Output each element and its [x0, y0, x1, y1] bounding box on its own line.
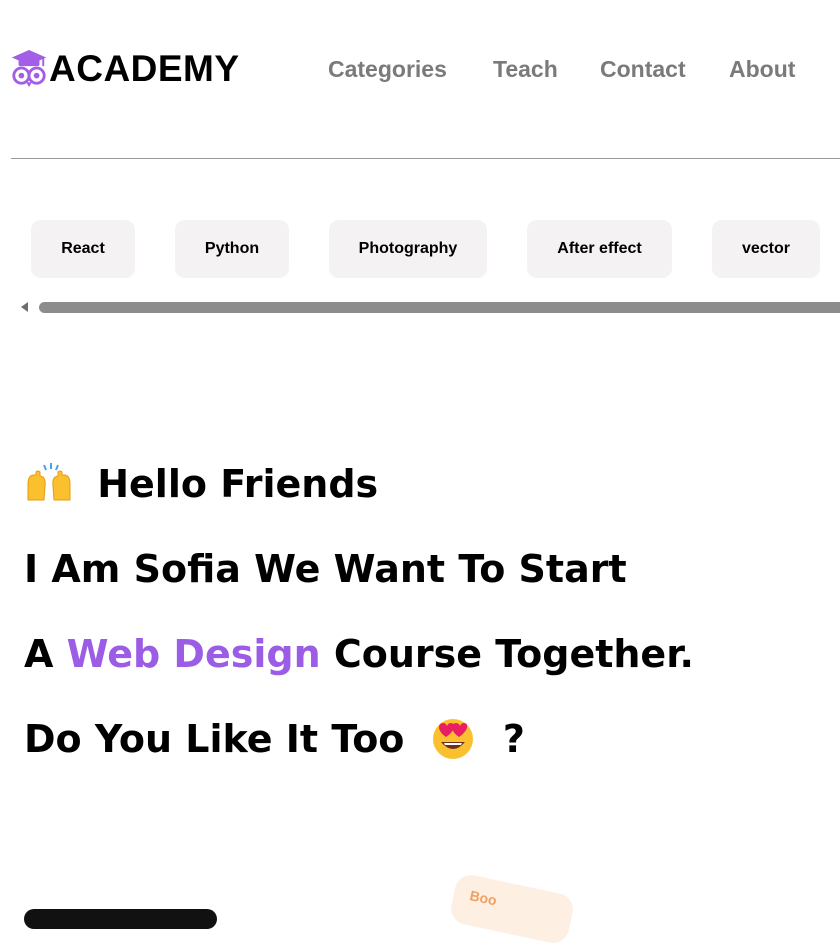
hero-line-3: A Web Design Course Together. [24, 630, 824, 715]
hero-greeting: Hello Friends [24, 460, 824, 545]
nav-item-teach[interactable]: Teach [493, 55, 558, 83]
hero-cta-button[interactable] [24, 909, 217, 929]
nav-item-contact[interactable]: Contact [600, 55, 686, 83]
scroll-left-arrow-icon[interactable] [21, 302, 28, 312]
hero-question-mark: ? [502, 717, 525, 761]
raising-hands-emoji-icon [27, 462, 71, 500]
hero-greeting-text: Hello Friends [97, 462, 379, 506]
horizontal-scrollbar[interactable] [11, 297, 840, 317]
nav-item-categories[interactable]: Categories [328, 55, 447, 83]
nav-item-about[interactable]: About [729, 55, 795, 83]
scrollbar-thumb[interactable] [39, 302, 840, 313]
category-chip-python[interactable]: Python [175, 220, 289, 278]
category-chip-vector[interactable]: vector [712, 220, 820, 278]
book-badge: Boo [448, 872, 576, 946]
hero-line-3-suffix: Course Together. [320, 632, 694, 676]
header-divider [11, 158, 840, 159]
category-chip-list: React Python Photography After effect ve… [0, 220, 840, 278]
category-chip-photography[interactable]: Photography [329, 220, 487, 278]
hero-line-2: I Am Sofia We Want To Start [24, 547, 627, 591]
main-nav: Categories Teach Contact About [0, 55, 840, 85]
hero-line-4: Do You Like It Too ? [24, 715, 824, 800]
category-chip-after-effect[interactable]: After effect [527, 220, 672, 278]
hero-section: Hello Friends I Am Sofia We Want To Star… [24, 460, 824, 800]
hero-highlight-web-design: Web Design [66, 632, 321, 676]
hero-line-3-prefix: A [24, 632, 67, 676]
book-badge-label: Boo [468, 887, 499, 909]
heart-eyes-emoji-icon [432, 718, 473, 759]
hero-line-4-text: Do You Like It Too [24, 717, 405, 761]
category-chip-react[interactable]: React [31, 220, 135, 278]
